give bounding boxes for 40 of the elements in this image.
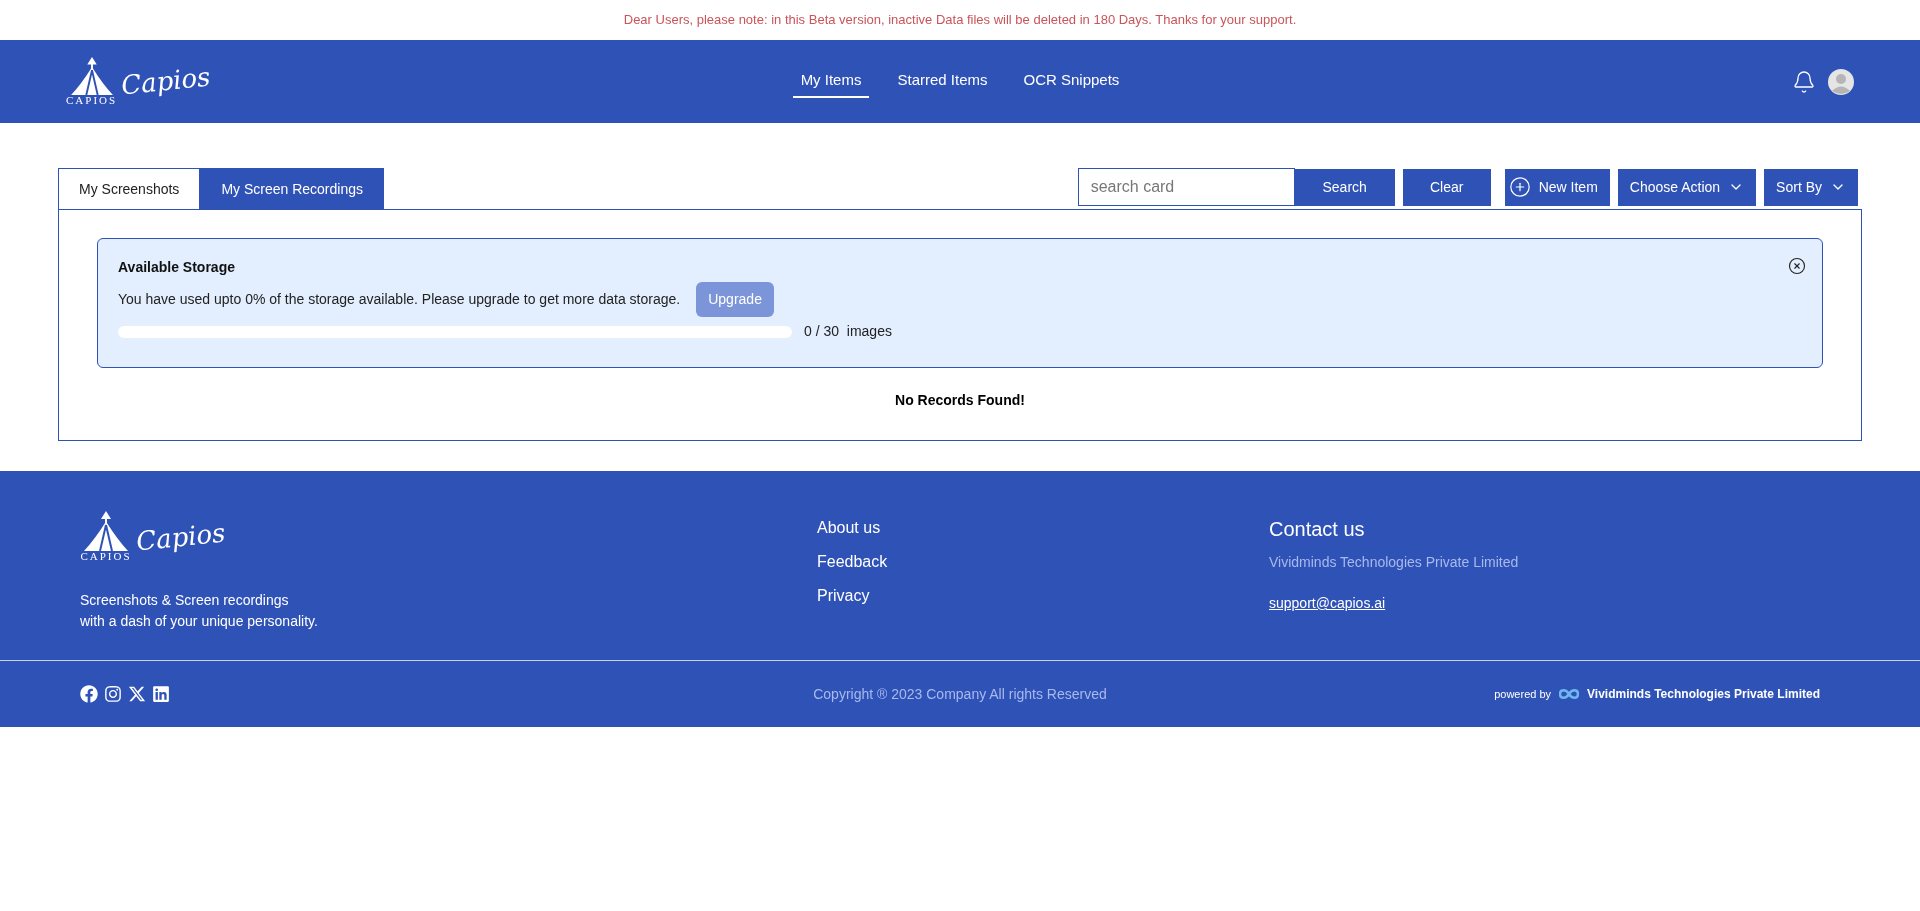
footer-link[interactable]: Privacy <box>817 584 870 608</box>
copyright-text: Copyright ® 2023 Company All rights Reserved <box>813 686 1107 702</box>
storage-message: You have used upto 0% of the storage available. Please upgrade to get more data storage. <box>118 290 681 309</box>
nav-link[interactable]: OCR Snippets <box>1015 65 1128 98</box>
logo-caption: CAPIOS <box>66 95 118 106</box>
storage-count: 0 / 30 images <box>804 322 892 341</box>
company-name: Vividminds Technologies Private Limited <box>1269 553 1519 572</box>
toolbar-button[interactable]: Choose Action <box>1617 168 1757 206</box>
tagline-text: Screenshots & Screen recordings <box>80 591 290 610</box>
beta-notice: Dear Users, please note: in this Beta version, inactive Data files will be deleted in 180 Days. Thanks for your support. <box>623 11 1297 30</box>
tagline-text: with a dash of your unique personality. <box>80 612 319 631</box>
toolbar-button[interactable]: Sort By <box>1764 168 1858 206</box>
nav-link[interactable]: Starred Items <box>889 65 996 98</box>
toolbar-button[interactable]: New Item <box>1504 168 1610 206</box>
logo-script: Capios <box>120 63 212 99</box>
powered-by-company: Vividminds Technologies Private Limited <box>1587 686 1820 703</box>
empty-message: No Records Found! <box>894 391 1026 410</box>
logo-caption: CAPIOS <box>80 551 132 562</box>
avatar-icon[interactable] <box>1828 68 1854 95</box>
linkedin-icon[interactable] <box>152 685 170 703</box>
nav-link[interactable]: My Items <box>792 65 870 98</box>
logo-script: Capios <box>134 519 227 555</box>
tab[interactable]: My Screenshots <box>58 168 201 209</box>
contact-heading: Contact us <box>1269 517 1366 542</box>
instagram-icon[interactable] <box>104 685 122 703</box>
notification-bell-icon[interactable] <box>1792 69 1816 94</box>
tab[interactable]: My Screen Recordings <box>200 168 384 209</box>
close-icon[interactable] <box>1788 257 1806 275</box>
email-link[interactable]: support@capios.ai <box>1269 593 1519 614</box>
toolbar-button[interactable]: Search <box>1294 168 1395 206</box>
toolbar-button[interactable]: Clear <box>1402 168 1491 206</box>
powered-by-label: powered by <box>1494 686 1552 702</box>
plus-circle-icon <box>1508 176 1531 198</box>
storage-title: Available Storage <box>118 258 235 277</box>
footer-link[interactable]: About us <box>817 516 881 540</box>
facebook-icon[interactable] <box>80 685 98 703</box>
search-field[interactable]: search card <box>1077 168 1295 206</box>
footer-link[interactable]: Feedback <box>817 550 888 574</box>
x-icon[interactable] <box>128 685 146 703</box>
infinity-logo-icon <box>1559 688 1580 700</box>
